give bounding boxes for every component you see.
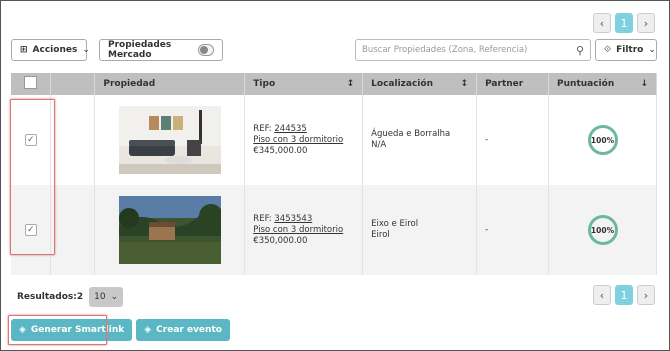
search-icon[interactable]: ⚲ [576, 44, 584, 57]
location-primary: Eixo e Eirol [371, 219, 419, 229]
market-properties-toggle[interactable]: Propiedades Mercado [99, 39, 223, 61]
header-partner[interactable]: Partner [476, 73, 550, 95]
property-price: €345,000.00 [253, 145, 308, 156]
chevron-down-icon: ⌄ [110, 292, 119, 302]
row-spacer [50, 95, 96, 185]
property-photo-cell [94, 95, 246, 185]
filter-label: Filtro [616, 45, 644, 55]
filter-dropdown[interactable]: ⟐ Filtro ⌄ [595, 39, 657, 61]
event-label: Crear evento [156, 325, 222, 335]
header-type[interactable]: Tipo ↕ [244, 73, 364, 95]
actions-dropdown[interactable]: ⊞ Acciones ⌄ [11, 39, 90, 61]
page-size-select[interactable]: 10 ⌄ [89, 287, 124, 307]
prev-page-button[interactable]: ‹ [593, 13, 611, 33]
grid-icon: ⊞ [20, 45, 28, 55]
ref-line: REF: 3453543 [253, 214, 354, 225]
create-event-button[interactable]: ◈ Crear evento [136, 319, 230, 341]
ref-link[interactable]: 3453543 [274, 214, 312, 224]
score-cell: 100% [548, 185, 657, 275]
filter-icon: ⟐ [604, 45, 612, 55]
header-location-label: Localización [371, 79, 433, 89]
next-page-button[interactable]: › [637, 285, 655, 305]
property-title-link[interactable]: Piso con 3 dormitorio [253, 135, 343, 145]
results-bar: Resultados:2 10 ⌄ [17, 287, 124, 307]
score-cell: 100% [548, 95, 657, 185]
header-spacer [50, 73, 96, 95]
type-cell: REF: 244535 Piso con 3 dormitorio €345,0… [244, 95, 364, 185]
sort-icon[interactable]: ↕ [461, 79, 469, 89]
header-property[interactable]: Propiedad [94, 73, 246, 95]
property-photo-cell [94, 185, 246, 275]
header-type-label: Tipo [253, 79, 276, 89]
header-location[interactable]: Localización ↕ [362, 73, 478, 95]
market-label: Propiedades Mercado [108, 40, 172, 60]
page-1-button[interactable]: 1 [615, 285, 633, 305]
select-all-checkbox[interactable] [24, 76, 38, 89]
sort-desc-icon[interactable]: ↓ [640, 79, 648, 89]
type-cell: REF: 3453543 Piso con 3 dormitorio €350,… [244, 185, 364, 275]
sort-icon[interactable]: ↕ [347, 79, 355, 89]
location-cell: Águeda e Borralha N/A [362, 95, 478, 185]
header-score-label: Puntuación [557, 79, 615, 89]
partner-cell: - [476, 185, 550, 275]
header-score[interactable]: Puntuación ↓ [548, 73, 657, 95]
score-badge: 100% [587, 215, 618, 245]
page-size-value: 10 [94, 292, 106, 302]
toggle-switch[interactable] [198, 44, 214, 56]
table-row[interactable]: ✓ REF: 3453543 Piso con 3 dormitorio €35… [11, 185, 657, 275]
property-title-link[interactable]: Piso con 3 dormitorio [253, 225, 343, 235]
ref-label: REF: [253, 213, 272, 224]
table-header-row: Propiedad Tipo ↕ Localización ↕ Partner [11, 73, 657, 95]
property-photo-livingroom[interactable] [118, 106, 221, 174]
partner-cell: - [476, 95, 550, 185]
location-cell: Eixo e Eirol Eirol [362, 185, 478, 275]
ref-link[interactable]: 244535 [274, 124, 306, 134]
pagination-top: ‹ 1 › [593, 13, 655, 33]
smartlink-highlight-box [8, 315, 107, 345]
chevron-down-icon: ⌄ [648, 45, 656, 55]
properties-table: Propiedad Tipo ↕ Localización ↕ Partner [11, 73, 657, 275]
page-1-button[interactable]: 1 [615, 13, 633, 33]
property-photo-garden[interactable] [118, 196, 221, 264]
pagination-bottom: ‹ 1 › [593, 285, 655, 305]
actions-label: Acciones [32, 45, 78, 55]
diamond-icon: ◈ [144, 325, 152, 335]
app-frame: ‹ 1 › ⊞ Acciones ⌄ Propiedades Mercado B… [0, 0, 670, 351]
checkbox-highlight-box [10, 99, 55, 255]
property-price: €350,000.00 [253, 235, 308, 246]
search-placeholder: Buscar Propiedades (Zona, Referencia) [362, 45, 528, 55]
ref-line: REF: 244535 [253, 124, 354, 135]
ref-label: REF: [253, 123, 272, 134]
score-badge: 100% [587, 125, 618, 155]
toolbar: ⊞ Acciones ⌄ Propiedades Mercado Buscar … [11, 39, 657, 61]
prev-page-button[interactable]: ‹ [593, 285, 611, 305]
search-input[interactable]: Buscar Propiedades (Zona, Referencia) ⚲ [355, 39, 591, 61]
location-primary: Águeda e Borralha [371, 129, 451, 139]
chevron-down-icon: ⌄ [82, 45, 90, 55]
results-count: Resultados:2 [17, 292, 84, 302]
row-spacer [50, 185, 96, 275]
select-all-cell [11, 73, 52, 95]
location-secondary: Eirol [371, 230, 390, 240]
table-row[interactable]: ✓ REF: 244535 Piso con 3 dormitorio €345… [11, 95, 657, 185]
location-secondary: N/A [371, 140, 387, 150]
next-page-button[interactable]: › [637, 13, 655, 33]
